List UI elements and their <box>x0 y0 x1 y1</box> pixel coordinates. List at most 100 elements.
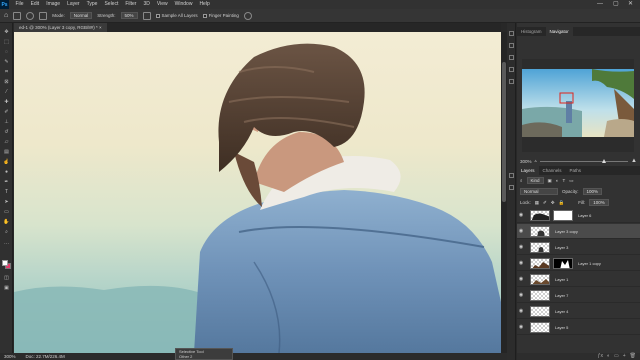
menu-image[interactable]: Image <box>43 0 64 9</box>
layer-mask-icon[interactable]: ▭ <box>614 353 619 360</box>
frame-tool-icon[interactable]: ⊠ <box>3 79 10 85</box>
layer-name[interactable]: Layer 4 <box>555 309 568 314</box>
visibility-eye-icon[interactable]: ◉ <box>517 308 525 314</box>
trash-icon[interactable]: 🗑 <box>630 353 636 360</box>
eyedropper-tool-icon[interactable]: ⁄ <box>3 89 10 95</box>
layer-row[interactable]: ◉ Layer 3 <box>517 240 640 255</box>
menu-edit[interactable]: Edit <box>27 0 43 9</box>
pressure-icon[interactable] <box>243 11 252 20</box>
tab-navigator[interactable]: Navigator <box>545 27 573 36</box>
lock-move-icon[interactable]: ✥ <box>551 200 555 206</box>
visibility-eye-icon[interactable]: ◉ <box>517 292 525 298</box>
quick-select-tool-icon[interactable]: ✎ <box>3 59 10 65</box>
history-panel-icon[interactable] <box>509 31 514 36</box>
visibility-eye-icon[interactable]: ◉ <box>517 260 525 266</box>
swatches-panel-icon[interactable] <box>509 173 514 178</box>
layer-name[interactable]: Layer 5 <box>555 325 568 330</box>
sample-all-layers-checkbox[interactable]: Sample All Layers <box>155 13 198 18</box>
layer-name[interactable]: Layer 7 <box>555 293 568 298</box>
layer-thumbnail[interactable] <box>530 257 550 269</box>
layer-name[interactable]: Layer 6 <box>578 213 591 218</box>
layer-thumbnail[interactable] <box>530 321 550 333</box>
mode-select[interactable]: Normal <box>69 12 93 19</box>
move-tool-icon[interactable]: ✥ <box>3 29 10 35</box>
tab-paths[interactable]: Paths <box>566 166 586 175</box>
pen-tool-icon[interactable]: ✒ <box>3 179 10 185</box>
adjustments-panel-icon[interactable] <box>509 55 514 60</box>
eraser-tool-icon[interactable]: ▱ <box>3 139 10 145</box>
path-select-tool-icon[interactable]: ➤ <box>3 199 10 205</box>
layer-row[interactable]: ◉ Layer 5 <box>517 320 640 335</box>
crop-tool-icon[interactable]: ⌗ <box>3 69 10 75</box>
zoom-out-icon[interactable]: ▵ <box>535 158 537 164</box>
navigator-zoom-value[interactable]: 300% <box>520 159 532 164</box>
tab-layers[interactable]: Layers <box>517 166 539 175</box>
visibility-eye-icon[interactable]: ◉ <box>517 244 525 250</box>
minimize-icon[interactable]: — <box>597 0 603 9</box>
layer-row[interactable]: ◉ Layer 1 <box>517 272 640 287</box>
stamp-tool-icon[interactable]: ⊥ <box>3 119 10 125</box>
properties-panel-icon[interactable] <box>509 43 514 48</box>
filter-type-icon[interactable]: T <box>563 178 566 183</box>
blend-mode-select[interactable]: Normal <box>520 188 558 195</box>
layer-name[interactable]: Layer 3 copy <box>555 229 578 234</box>
menu-3d[interactable]: 3D <box>140 0 153 9</box>
smudge-tool-icon[interactable] <box>13 11 22 20</box>
lock-pixels-icon[interactable]: ▦ <box>535 200 539 206</box>
dodge-tool-icon[interactable]: ● <box>3 169 10 175</box>
adjustment-layer-icon[interactable]: ◐ <box>607 353 610 360</box>
new-layer-icon[interactable]: + <box>623 353 626 360</box>
menu-window[interactable]: Window <box>171 0 196 9</box>
marquee-tool-icon[interactable]: ⬚ <box>3 39 10 45</box>
menu-layer[interactable]: Layer <box>64 0 84 9</box>
fill-input[interactable]: 100% <box>589 199 609 206</box>
photoshop-logo[interactable]: Ps <box>0 0 9 9</box>
brushes-panel-icon[interactable] <box>509 67 514 72</box>
strength-input[interactable]: 50% <box>120 12 138 19</box>
zoom-tool-icon[interactable]: ⌕ <box>3 229 10 235</box>
visibility-eye-icon[interactable]: ◉ <box>517 276 525 282</box>
layer-thumbnail[interactable] <box>530 241 550 253</box>
layer-name[interactable]: Layer 1 copy <box>578 261 601 266</box>
menu-type[interactable]: Type <box>83 0 101 9</box>
hand-tool-icon[interactable]: ✋ <box>3 219 10 225</box>
finger-painting-checkbox[interactable]: Finger Painting <box>202 13 239 18</box>
brush-tool-icon[interactable]: ✐ <box>3 109 10 115</box>
tab-histogram[interactable]: Histogram <box>517 27 546 36</box>
layer-thumbnail[interactable] <box>530 209 550 221</box>
document-canvas[interactable] <box>14 32 501 353</box>
zoom-level[interactable]: 300% <box>4 353 16 360</box>
type-tool-icon[interactable]: T <box>3 189 10 195</box>
document-close-icon[interactable]: × <box>99 25 102 30</box>
lock-all-icon[interactable]: 🔒 <box>559 200 565 206</box>
gradient-tool-icon[interactable]: ▤ <box>3 149 10 155</box>
layer-thumbnail[interactable] <box>530 289 550 301</box>
home-icon[interactable]: ⌂ <box>4 12 8 19</box>
layer-style-icon[interactable]: ƒx <box>598 353 603 360</box>
opacity-input[interactable]: 100% <box>582 188 603 195</box>
zoom-slider-knob[interactable] <box>601 158 606 163</box>
foreground-color-swatch[interactable] <box>2 260 8 266</box>
document-tab[interactable]: ed-1 @ 300% (Layer 3 copy, RGB/8#) * × <box>14 23 107 32</box>
healing-tool-icon[interactable]: ✚ <box>3 99 10 105</box>
zoom-slider[interactable] <box>539 158 629 163</box>
layer-name[interactable]: Layer 3 <box>555 245 568 250</box>
tool-popup[interactable]: Selective Tool Other 2 <box>175 348 233 360</box>
color-panel-icon[interactable] <box>509 185 514 190</box>
menu-filter[interactable]: Filter <box>122 0 140 9</box>
visibility-eye-icon[interactable]: ◉ <box>517 212 525 218</box>
smudge-tool-icon[interactable]: ☝ <box>3 159 10 165</box>
visibility-eye-icon[interactable]: ◉ <box>517 324 525 330</box>
history-brush-tool-icon[interactable]: ↺ <box>3 129 10 135</box>
more-tools-icon[interactable]: ··· <box>3 241 10 247</box>
layer-row[interactable]: ◉ Layer 7 <box>517 288 640 303</box>
quick-mask-icon[interactable]: ◫ <box>3 275 10 281</box>
filter-pixel-icon[interactable]: ▣ <box>548 178 552 184</box>
filter-adjust-icon[interactable]: ◐ <box>556 178 559 183</box>
layer-mask-thumbnail[interactable] <box>553 209 573 221</box>
layer-thumbnail[interactable] <box>530 273 550 285</box>
angle-icon[interactable] <box>142 11 151 20</box>
layer-mask-thumbnail[interactable] <box>553 257 573 269</box>
layer-name[interactable]: Layer 1 <box>555 277 568 282</box>
visibility-eye-icon[interactable]: ◉ <box>517 228 525 234</box>
